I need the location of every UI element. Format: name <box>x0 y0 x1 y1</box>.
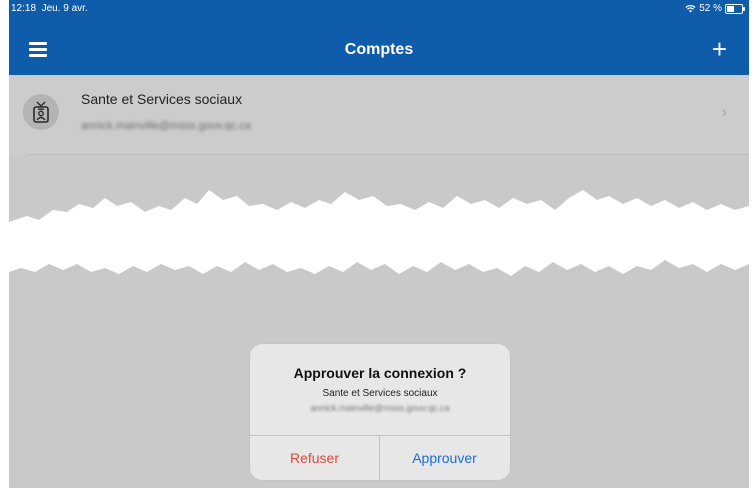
battery-level <box>727 5 734 12</box>
battery-icon <box>725 3 745 14</box>
account-email: annick.mainville@msss.gouv.qc.ca <box>81 120 251 132</box>
deny-button[interactable]: Refuser <box>250 436 379 480</box>
status-time: 12:18 Jeu. 9 avr. <box>11 3 88 14</box>
app-screen: 12:18 Jeu. 9 avr. 52 % Comptes + Sante e… <box>9 0 749 488</box>
dialog-organization: Sante et Services sociaux <box>322 388 438 399</box>
wifi-icon <box>685 5 696 13</box>
status-date: Jeu. 9 avr. <box>41 3 88 14</box>
dialog-email: annick.mainville@msss.gouv.qc.ca <box>310 403 450 413</box>
status-bar: 12:18 Jeu. 9 avr. 52 % <box>9 0 749 18</box>
approve-button[interactable]: Approuver <box>380 436 509 480</box>
dialog-title: Approuver la connexion ? <box>293 365 467 381</box>
battery-nub <box>743 6 745 11</box>
torn-paper-break <box>9 190 749 276</box>
approve-sign-in-dialog: Approuver la connexion ? Sante et Servic… <box>250 344 510 480</box>
status-indicators: 52 % <box>685 3 745 14</box>
account-name: Sante et Services sociaux <box>81 91 243 107</box>
row-divider <box>29 154 749 155</box>
page-title: Comptes <box>344 41 414 58</box>
add-account-button[interactable]: + <box>712 36 727 62</box>
chevron-right-icon: › <box>721 104 727 121</box>
id-badge-icon <box>23 94 59 130</box>
navigation-bar: Comptes + <box>9 18 749 75</box>
battery-percent: 52 % <box>699 3 722 14</box>
status-clock: 12:18 <box>11 3 37 14</box>
account-list-item[interactable]: Sante et Services sociaux annick.mainvil… <box>9 75 749 155</box>
